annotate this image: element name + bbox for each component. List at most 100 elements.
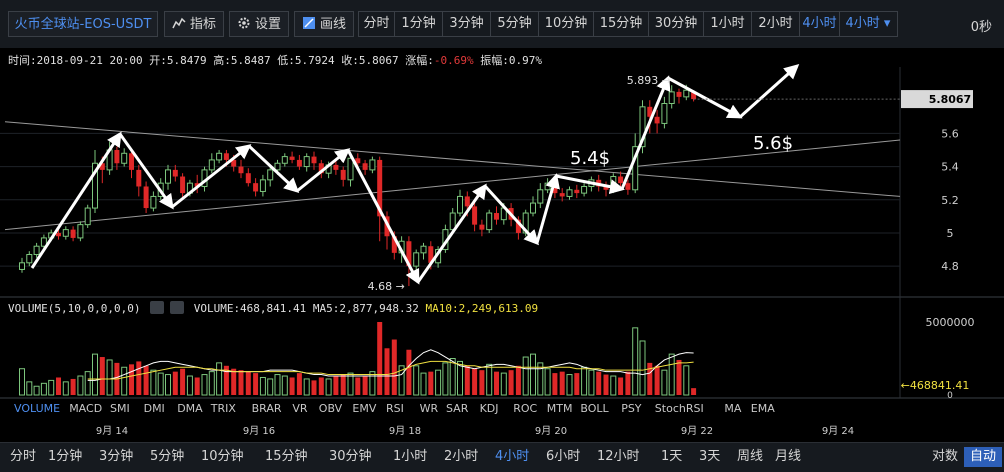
- candle-body[interactable]: [581, 185, 588, 194]
- candle-body[interactable]: [253, 183, 259, 192]
- indicator-tab-stochrsi[interactable]: StochRSI: [655, 402, 704, 415]
- candle-body[interactable]: [654, 116, 660, 124]
- candle-body[interactable]: [544, 182, 551, 191]
- indicator-tab-emv[interactable]: EMV: [352, 402, 376, 415]
- indicator-tab-brar[interactable]: BRAR: [252, 402, 282, 415]
- candle-body[interactable]: [70, 229, 76, 238]
- indicator-tab-wr[interactable]: WR: [420, 402, 439, 415]
- candle-body[interactable]: [347, 157, 354, 181]
- candle-body[interactable]: [464, 196, 470, 207]
- candle-body[interactable]: [77, 224, 84, 239]
- candle-body[interactable]: [574, 189, 580, 194]
- candle-body[interactable]: [26, 254, 33, 264]
- bottom-tab-7[interactable]: 1小时: [387, 447, 433, 467]
- candle-body[interactable]: [180, 176, 186, 194]
- candle-body[interactable]: [311, 156, 317, 164]
- candle-body[interactable]: [362, 163, 368, 170]
- candle-body[interactable]: [333, 164, 339, 170]
- indicator-tab-dmi[interactable]: DMI: [144, 402, 165, 415]
- candle-body[interactable]: [56, 232, 61, 237]
- volume-close-icon[interactable]: [170, 301, 185, 314]
- indicator-tab-rsi[interactable]: RSI: [386, 402, 404, 415]
- indicator-tab-smi[interactable]: SMI: [110, 402, 130, 415]
- candle-body[interactable]: [274, 162, 281, 171]
- bottom-tab-14[interactable]: 周线: [731, 447, 769, 467]
- volume-settings-icon[interactable]: [150, 301, 165, 314]
- bottom-tab-10[interactable]: 6小时: [540, 447, 586, 467]
- indicator-tab-mtm[interactable]: MTM: [547, 402, 573, 415]
- candle-body[interactable]: [19, 262, 25, 270]
- bottom-tab-0[interactable]: 分时: [4, 447, 42, 467]
- candle-body[interactable]: [625, 183, 631, 190]
- indicator-tab-macd[interactable]: MACD: [69, 402, 102, 415]
- candle-body[interactable]: [150, 195, 157, 209]
- indicator-tab-vr[interactable]: VR: [292, 402, 307, 415]
- bottom-tab-1[interactable]: 1分钟: [42, 447, 88, 467]
- indicator-tab-obv[interactable]: OBV: [319, 402, 342, 415]
- auto-scale-toggle[interactable]: 自动: [964, 447, 1003, 467]
- candle-body[interactable]: [238, 166, 244, 174]
- candle-body[interactable]: [216, 152, 223, 161]
- bottom-tab-11[interactable]: 12小时: [591, 447, 646, 467]
- candle-body[interactable]: [486, 212, 493, 231]
- bottom-tab-15[interactable]: 月线: [769, 447, 807, 467]
- candle-body[interactable]: [259, 179, 266, 192]
- bottom-tab-13[interactable]: 3天: [693, 447, 726, 467]
- candle-body[interactable]: [129, 153, 134, 170]
- candle-body[interactable]: [208, 159, 215, 171]
- indicator-tab-boll[interactable]: BOLL: [580, 402, 608, 415]
- candlestick-chart[interactable]: 4.8 5 5.2 5.4 5.6 9月 14 9月 16 9月 18 9月 20 9月 22 9月…: [0, 0, 1004, 442]
- indicator-tab-kdj[interactable]: KDJ: [480, 402, 499, 415]
- candle-body[interactable]: [472, 206, 478, 225]
- candle-body[interactable]: [114, 149, 120, 164]
- candle-body[interactable]: [281, 156, 288, 164]
- candle-body[interactable]: [420, 245, 427, 254]
- candle-body[interactable]: [165, 169, 171, 184]
- indicator-tab-ema[interactable]: EMA: [751, 402, 775, 415]
- candle-body[interactable]: [267, 169, 274, 181]
- candle-body[interactable]: [223, 153, 229, 160]
- candle-body[interactable]: [340, 169, 346, 180]
- candle-body[interactable]: [143, 186, 149, 209]
- candle-body[interactable]: [303, 156, 310, 168]
- candle-body[interactable]: [566, 189, 573, 197]
- candle-body[interactable]: [172, 169, 178, 177]
- candle-body[interactable]: [530, 202, 536, 214]
- candle-body[interactable]: [479, 224, 485, 230]
- bottom-tab-5[interactable]: 15分钟: [259, 447, 314, 467]
- candle-body[interactable]: [537, 189, 544, 204]
- indicator-tab-ma[interactable]: MA: [724, 402, 741, 415]
- candle-body[interactable]: [33, 245, 40, 256]
- indicator-tab-volume[interactable]: VOLUME: [14, 402, 60, 415]
- candle-body[interactable]: [683, 89, 690, 98]
- candle-body[interactable]: [661, 103, 668, 124]
- bottom-tab-3[interactable]: 5分钟: [144, 447, 190, 467]
- candle-body[interactable]: [457, 195, 463, 214]
- candle-body[interactable]: [121, 152, 128, 164]
- candle-body[interactable]: [668, 91, 675, 105]
- indicator-tab-trix[interactable]: TRIX: [211, 402, 236, 415]
- bottom-tab-6[interactable]: 30分钟: [323, 447, 378, 467]
- candle-body[interactable]: [136, 169, 142, 187]
- indicator-tab-roc[interactable]: ROC: [513, 402, 537, 415]
- indicator-tab-sar[interactable]: SAR: [446, 402, 468, 415]
- log-scale-toggle[interactable]: 对数: [926, 447, 964, 467]
- bottom-tab-9[interactable]: 4小时: [489, 447, 535, 467]
- candle-body[interactable]: [449, 212, 456, 231]
- indicator-tab-dma[interactable]: DMA: [177, 402, 203, 415]
- bottom-tab-12[interactable]: 1天: [655, 447, 688, 467]
- bottom-tab-4[interactable]: 10分钟: [195, 447, 250, 467]
- candle-body[interactable]: [676, 91, 682, 97]
- candle-body[interactable]: [618, 176, 624, 184]
- candle-body[interactable]: [413, 252, 420, 267]
- bottom-tab-2[interactable]: 3分钟: [93, 447, 139, 467]
- candle-body[interactable]: [494, 213, 499, 220]
- candle-body[interactable]: [245, 173, 251, 184]
- bottom-tab-8[interactable]: 2小时: [438, 447, 484, 467]
- candle-body[interactable]: [559, 193, 565, 197]
- candle-body[interactable]: [84, 207, 91, 226]
- candle-body[interactable]: [62, 229, 69, 237]
- indicator-tab-psy[interactable]: PSY: [621, 402, 641, 415]
- candle-body[interactable]: [289, 156, 295, 160]
- candle-body[interactable]: [296, 159, 302, 167]
